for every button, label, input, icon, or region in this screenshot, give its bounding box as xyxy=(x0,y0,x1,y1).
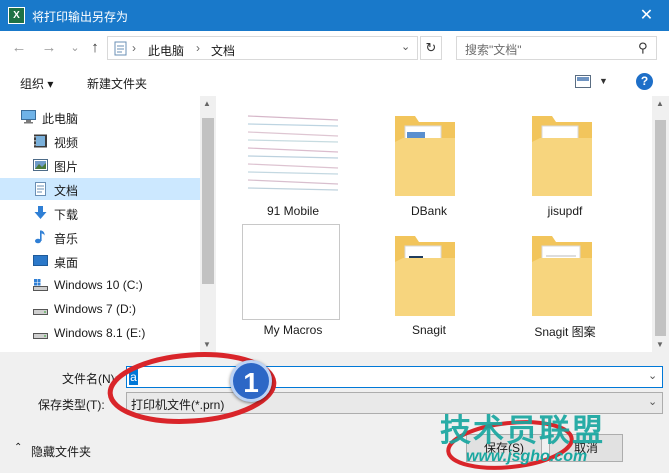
step-number-badge: 1 xyxy=(230,360,272,402)
watermark-url: www.jsgho.com xyxy=(466,448,588,465)
annotation-overlay xyxy=(107,352,574,470)
watermark-text: 技术员联盟 xyxy=(440,413,605,448)
